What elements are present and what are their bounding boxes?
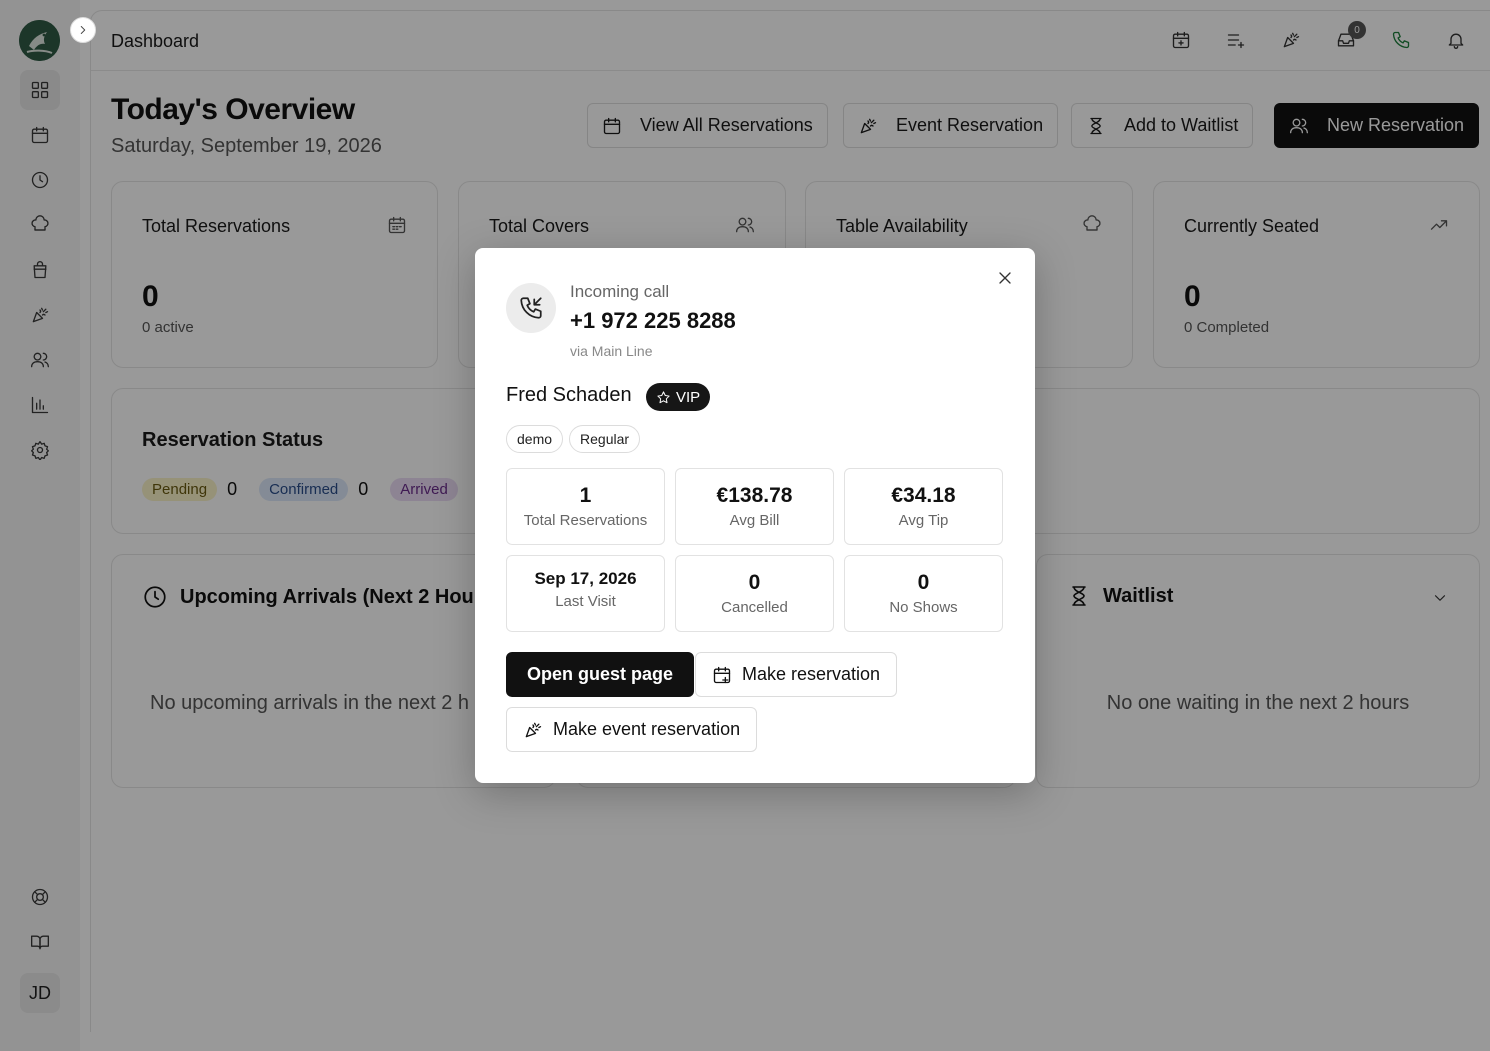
incoming-call-dialog: Incoming call +1 972 225 8288 via Main L… — [475, 248, 1035, 783]
make-event-reservation-label: Make event reservation — [553, 719, 741, 739]
guest-tag: demo — [506, 425, 564, 453]
sidebar-toggle-button[interactable] — [70, 17, 96, 43]
guest-stat-value: 0 — [917, 571, 930, 594]
call-line-label: via Main Line — [570, 343, 653, 359]
star-icon — [657, 390, 670, 403]
guest-stat-value: Sep 17, 2026 — [534, 569, 637, 588]
close-icon — [999, 272, 1011, 284]
guest-stat-no-shows: 0 No Shows — [844, 555, 1003, 632]
vip-badge: VIP — [646, 383, 711, 411]
open-guest-page-button[interactable]: Open guest page — [506, 652, 695, 697]
guest-stat-cancelled: 0 Cancelled — [675, 555, 834, 632]
guest-stat-total-reservations: 1 Total Reservations — [506, 468, 665, 545]
make-reservation-button[interactable]: Make reservation — [695, 652, 898, 697]
guest-tag: Regular — [569, 425, 641, 453]
guest-stat-value: €138.78 — [716, 484, 793, 507]
guest-stat-label: Last Visit — [555, 593, 616, 610]
incoming-call-label: Incoming call — [570, 282, 670, 301]
make-event-reservation-button[interactable]: Make event reservation — [506, 707, 758, 752]
guest-stat-value: 0 — [748, 571, 761, 594]
guest-stat-label: No Shows — [889, 599, 958, 616]
guest-stat-label: Avg Bill — [729, 512, 780, 529]
guest-stat-value: 1 — [579, 484, 592, 507]
vip-label: VIP — [676, 388, 701, 406]
chevron-right-icon — [80, 26, 86, 34]
incoming-call-avatar — [506, 283, 556, 333]
guest-tags: demo Regular — [506, 425, 641, 453]
phone-incoming-icon — [520, 297, 542, 319]
caller-phone-number: +1 972 225 8288 — [570, 308, 736, 333]
guest-name: Fred Schaden — [506, 384, 632, 406]
guest-stat-last-visit: Sep 17, 2026 Last Visit — [506, 555, 665, 632]
guest-stat-label: Total Reservations — [523, 512, 648, 529]
guest-stat-label: Cancelled — [721, 599, 788, 616]
calendar-plus-icon — [713, 666, 731, 683]
guest-stat-value: €34.18 — [891, 484, 956, 507]
guest-stat-label: Avg Tip — [898, 512, 949, 529]
guest-stat-avg-tip: €34.18 Avg Tip — [844, 468, 1003, 545]
party-popper-icon — [525, 722, 542, 737]
guest-stat-avg-bill: €138.78 Avg Bill — [675, 468, 834, 545]
close-button[interactable] — [995, 268, 1015, 288]
make-reservation-label: Make reservation — [742, 664, 881, 684]
